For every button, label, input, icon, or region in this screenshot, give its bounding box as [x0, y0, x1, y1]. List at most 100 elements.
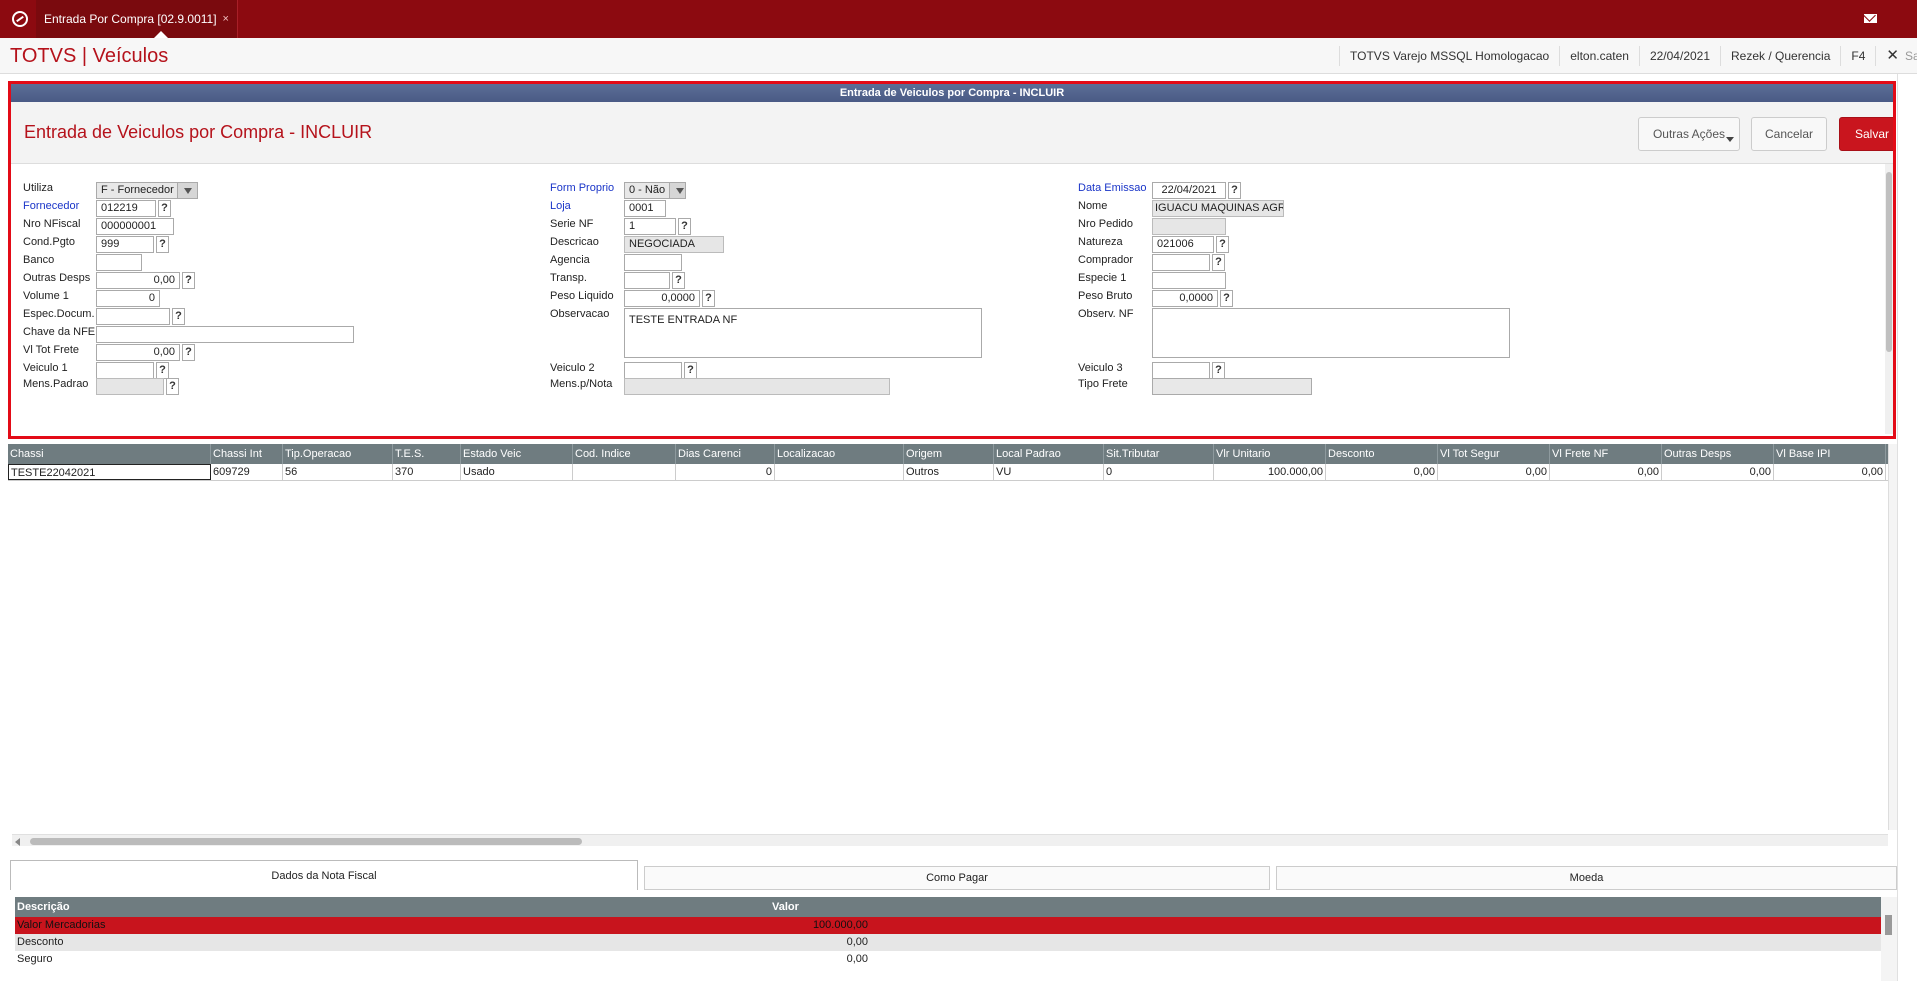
form-proprio-select[interactable]: 0 - Não [624, 182, 686, 199]
veiculo3-input[interactable] [1152, 362, 1210, 379]
grid-cell[interactable] [775, 464, 904, 480]
comprador-lookup-button[interactable]: ? [1212, 254, 1225, 271]
form-scrollbar-thumb[interactable] [1886, 172, 1892, 352]
peso-liquido-help-button[interactable]: ? [702, 290, 715, 307]
espec-docum-input[interactable] [96, 308, 170, 325]
peso-bruto-help-button[interactable]: ? [1220, 290, 1233, 307]
fornecedor-input[interactable]: 012219 [96, 200, 156, 217]
grid-cell[interactable]: 0,00 [1662, 464, 1774, 480]
summary-row[interactable]: Desconto 0,00 [15, 934, 1881, 951]
tab-dados-nota-fiscal[interactable]: Dados da Nota Fiscal [10, 860, 638, 890]
grid-cell[interactable]: 0,00 [1774, 464, 1886, 480]
close-tab-icon[interactable]: × [223, 13, 229, 25]
transp-input[interactable] [624, 272, 670, 289]
scroll-left-arrow-icon[interactable] [15, 838, 20, 846]
summary-row[interactable]: Seguro 0,00 [15, 951, 1881, 968]
grid-cell[interactable]: 56 [283, 464, 393, 480]
vl-tot-frete-input[interactable]: 0,00 [96, 344, 180, 361]
form-proprio-label[interactable]: Form Proprio [550, 182, 614, 194]
observ-nf-textarea[interactable] [1152, 308, 1510, 358]
grid-cell[interactable]: Outros [904, 464, 994, 480]
grid-col-vlr-unitario[interactable]: Vlr Unitario [1214, 444, 1326, 464]
grid-col-dias-carenci[interactable]: Dias Carenci [676, 444, 775, 464]
peso-liquido-input[interactable]: 0,0000 [624, 290, 700, 307]
veiculo3-lookup-button[interactable]: ? [1212, 362, 1225, 379]
grid-col-vl-tot-segur[interactable]: Vl Tot Segur [1438, 444, 1550, 464]
grid-col-localizacao[interactable]: Localizacao [775, 444, 904, 464]
nro-nfiscal-input[interactable]: 000000001 [96, 218, 174, 235]
summary-col-valor[interactable]: Valor [770, 897, 1070, 917]
veiculo2-input[interactable] [624, 362, 682, 379]
grid-cell[interactable]: 0 [1104, 464, 1214, 480]
user-label[interactable]: elton.caten [1559, 46, 1639, 66]
grid-cell[interactable]: TESTE22042021 [8, 464, 211, 480]
grid-cell[interactable]: 370 [393, 464, 461, 480]
nro-pedido-input[interactable] [1152, 218, 1226, 235]
chave-nfe-input[interactable] [96, 326, 354, 343]
mail-icon[interactable] [1864, 14, 1877, 23]
grid-horizontal-scrollbar-thumb[interactable] [30, 838, 582, 845]
mens-nota-input[interactable] [624, 378, 890, 395]
grid-cell[interactable]: 0 [676, 464, 775, 480]
summary-col-descricao[interactable]: Descrição [15, 897, 770, 917]
totvs-logo-icon[interactable] [12, 11, 28, 27]
exit-icon[interactable]: ✕ [1875, 46, 1905, 66]
grid-col-origem[interactable]: Origem [904, 444, 994, 464]
form-scrollbar[interactable] [1885, 164, 1893, 434]
grid-col-chassi-int[interactable]: Chassi Int [211, 444, 283, 464]
grid-cell[interactable] [573, 464, 676, 480]
tipo-frete-select[interactable] [1152, 378, 1312, 395]
mens-padrao-input[interactable] [96, 378, 164, 395]
loja-label[interactable]: Loja [550, 200, 571, 212]
fornecedor-lookup-button[interactable]: ? [158, 200, 171, 217]
banco-input[interactable] [96, 254, 142, 271]
grid-col-chassi[interactable]: Chassi [8, 444, 211, 464]
mens-padrao-lookup-button[interactable]: ? [166, 378, 179, 395]
observacao-textarea[interactable]: TESTE ENTRADA NF [624, 308, 982, 358]
peso-bruto-input[interactable]: 0,0000 [1152, 290, 1218, 307]
cond-pgto-input[interactable]: 999 [96, 236, 154, 253]
table-row[interactable]: TESTE22042021 609729 56 370 Usado 0 Outros VU 0 1… [8, 464, 1888, 481]
grid-cell[interactable]: 609729 [211, 464, 283, 480]
natureza-lookup-button[interactable]: ? [1216, 236, 1229, 253]
comprador-input[interactable] [1152, 254, 1210, 271]
grid-col-desconto[interactable]: Desconto [1326, 444, 1438, 464]
descricao-input[interactable]: NEGOCIADA [624, 236, 724, 253]
data-emissao-label[interactable]: Data Emissao [1078, 182, 1146, 194]
other-actions-button[interactable]: Outras Ações [1638, 117, 1740, 151]
program-tab[interactable]: Entrada Por Compra [02.9.0011] × [36, 0, 238, 38]
grid-col-t-e-s[interactable]: T.E.S. [393, 444, 461, 464]
data-emissao-calendar-button[interactable]: ? [1228, 182, 1241, 199]
agencia-input[interactable] [624, 254, 682, 271]
shortcut-label[interactable]: F4 [1840, 46, 1875, 66]
data-emissao-input[interactable]: 22/04/2021 [1152, 182, 1226, 199]
grid-col-sit-tributar[interactable]: Sit.Tributar [1104, 444, 1214, 464]
veiculo2-lookup-button[interactable]: ? [684, 362, 697, 379]
serie-nf-lookup-button[interactable]: ? [678, 218, 691, 235]
grid-col-cod-indice[interactable]: Cod. Indice [573, 444, 676, 464]
cond-pgto-lookup-button[interactable]: ? [156, 236, 169, 253]
natureza-input[interactable]: 021006 [1152, 236, 1214, 253]
nome-input[interactable]: IGUACU MAQUINAS AGRICOLA [1152, 200, 1284, 217]
environment-label[interactable]: TOTVS Varejo MSSQL Homologacao [1339, 46, 1559, 66]
save-button[interactable]: Salvar [1839, 117, 1893, 151]
grid-cell[interactable]: VU [994, 464, 1104, 480]
utiliza-dropdown-icon[interactable] [177, 183, 197, 198]
transp-lookup-button[interactable]: ? [672, 272, 685, 289]
company-label[interactable]: Rezek / Querencia [1720, 46, 1840, 66]
form-proprio-dropdown-icon[interactable] [669, 183, 685, 198]
tab-moeda[interactable]: Moeda [1276, 866, 1897, 890]
serie-nf-input[interactable]: 1 [624, 218, 676, 235]
outras-desps-input[interactable]: 0,00 [96, 272, 180, 289]
veiculo1-input[interactable] [96, 362, 154, 379]
tab-como-pagar[interactable]: Como Pagar [644, 866, 1270, 890]
espec-docum-lookup-button[interactable]: ? [172, 308, 185, 325]
summary-row[interactable]: Valor Mercadorias 100.000,00 [15, 917, 1881, 934]
grid-cell[interactable]: Usado [461, 464, 573, 480]
grid-horizontal-scrollbar[interactable] [12, 834, 1888, 846]
utiliza-select[interactable]: F - Fornecedor [96, 182, 198, 199]
cancel-button[interactable]: Cancelar [1751, 117, 1827, 151]
grid-col-tip-operacao[interactable]: Tip.Operacao [283, 444, 393, 464]
loja-input[interactable]: 0001 [624, 200, 666, 217]
grid-cell[interactable]: 0,00 [1438, 464, 1550, 480]
